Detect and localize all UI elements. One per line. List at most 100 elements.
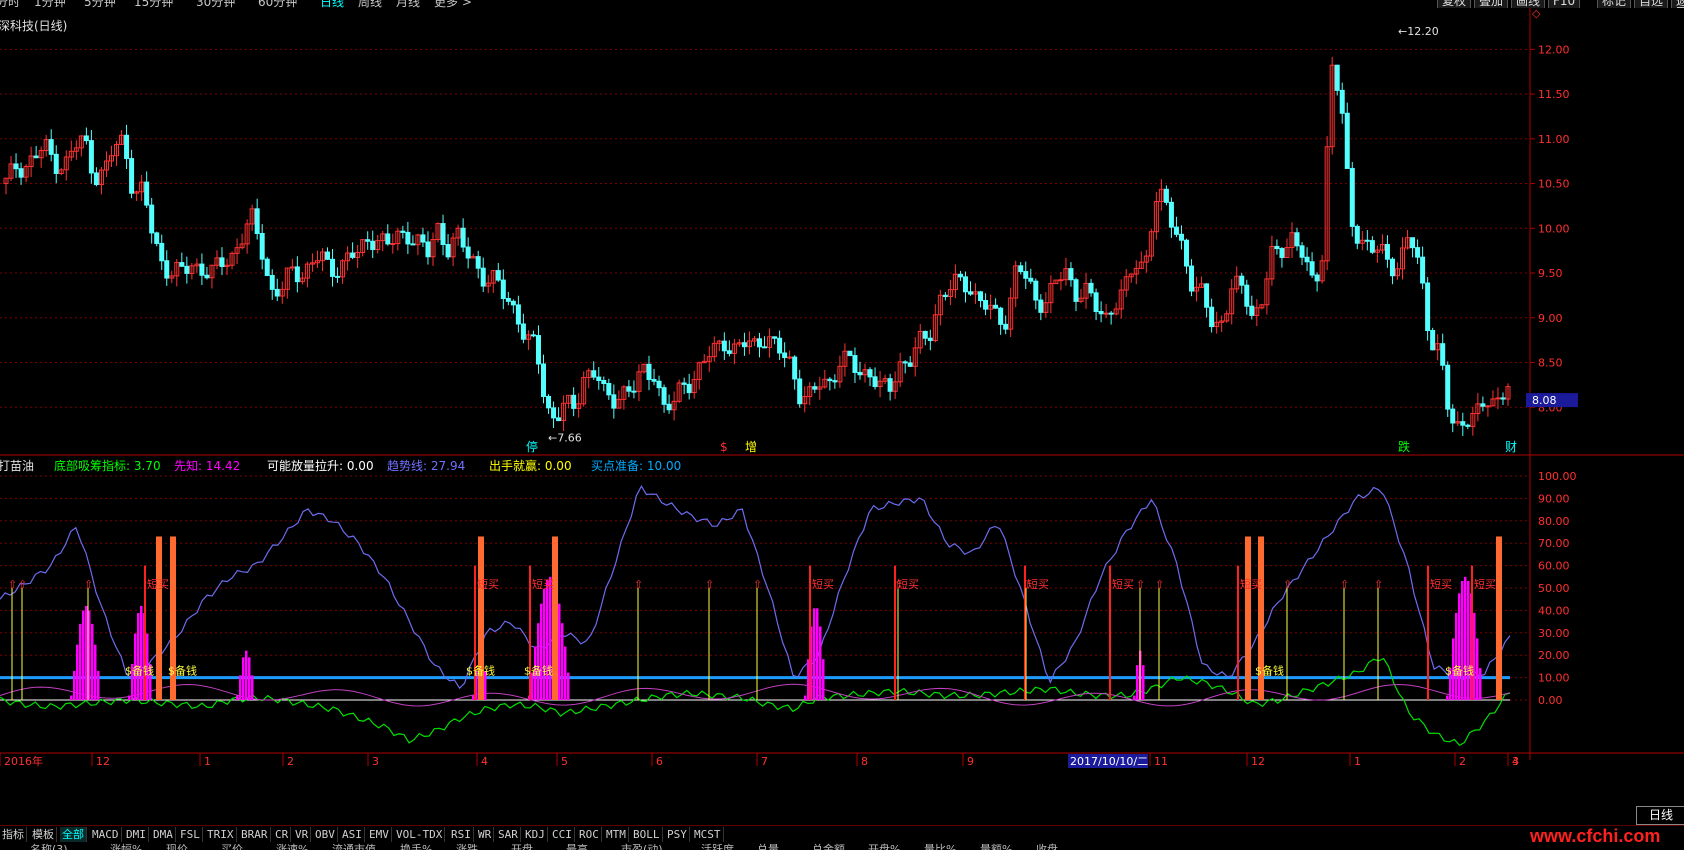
indicator-tab[interactable]: FSL bbox=[178, 827, 203, 842]
up-arrow-icon: ⇧ bbox=[84, 578, 93, 591]
indicator-tab[interactable]: EMV bbox=[367, 827, 392, 842]
indicator-tab[interactable]: MTM bbox=[604, 827, 629, 842]
period-分时[interactable]: 分时 bbox=[0, 0, 20, 8]
quote-column-header[interactable]: 市盈(动) bbox=[621, 843, 663, 850]
quote-column-header[interactable]: 总金额 bbox=[812, 843, 845, 850]
indicator-tab[interactable]: MACD bbox=[90, 827, 122, 842]
period-15分钟[interactable]: 15分钟 bbox=[134, 0, 173, 8]
candle-body bbox=[1244, 284, 1250, 307]
indicator-tick-label: 90.00 bbox=[1538, 492, 1570, 505]
energy-bar bbox=[79, 623, 82, 700]
indicator-tab[interactable]: CR bbox=[273, 827, 292, 842]
price-tick-label: 11.00 bbox=[1538, 133, 1570, 146]
quote-column-header[interactable]: 名称(3) bbox=[30, 843, 68, 850]
indicator-tab[interactable]: VR bbox=[293, 827, 312, 842]
indicator-tab[interactable]: 模板 bbox=[30, 827, 57, 842]
indicator-tab[interactable]: KDJ bbox=[523, 827, 548, 842]
candle-body bbox=[1189, 265, 1195, 292]
energy-bar bbox=[822, 659, 825, 700]
indicator-tab[interactable]: ASI bbox=[340, 827, 365, 842]
indicator-tab[interactable]: BRAR bbox=[239, 827, 271, 842]
candle-body bbox=[787, 356, 793, 359]
indicator-tab[interactable]: ROC bbox=[577, 827, 602, 842]
candle-body bbox=[510, 300, 516, 306]
toolbar-button[interactable]: 返回 bbox=[1671, 0, 1684, 8]
energy-bar bbox=[1136, 665, 1139, 700]
quote-column-headers: 名称(3) 涨幅% 现价 买价 涨速% 流通市值 换手% 涨跌 开盘 最高 市盈(动) 活跃度 总量 总金… bbox=[0, 843, 1684, 850]
quote-column-header[interactable]: 流通市值 bbox=[332, 843, 376, 850]
event-marker: $ bbox=[720, 440, 728, 454]
candle-body bbox=[93, 172, 99, 186]
period-5分钟[interactable]: 5分钟 bbox=[84, 0, 116, 8]
indicator-tab[interactable]: SAR bbox=[496, 827, 521, 842]
candle-body bbox=[1068, 268, 1074, 281]
indicator-tab[interactable]: BOLL bbox=[631, 827, 663, 842]
period-30分钟[interactable]: 30分钟 bbox=[196, 0, 235, 8]
period-月线[interactable]: 月线 bbox=[396, 0, 420, 8]
toolbar-button[interactable]: 叠加 bbox=[1474, 0, 1509, 8]
quote-column-header[interactable]: 涨跌 bbox=[456, 843, 478, 850]
period-更多 >[interactable]: 更多 > bbox=[434, 0, 472, 8]
candle-body bbox=[1450, 408, 1456, 424]
quote-column-header[interactable]: 涨速% bbox=[276, 843, 308, 850]
candle-body bbox=[792, 356, 798, 380]
quote-column-header[interactable]: 现价 bbox=[166, 843, 188, 850]
stock-chart[interactable]: 12.0011.5011.0010.5010.009.509.008.508.0… bbox=[0, 8, 1684, 833]
candle-body bbox=[741, 342, 747, 348]
indicator-tab[interactable]: OBV bbox=[313, 827, 338, 842]
candle-body bbox=[611, 394, 617, 409]
toolbar-button[interactable]: 自选 bbox=[1634, 0, 1669, 8]
price-tick-label: 10.50 bbox=[1538, 178, 1570, 191]
toolbar-button[interactable]: F10 bbox=[1548, 0, 1581, 8]
indicator-tab[interactable]: DMI bbox=[124, 827, 149, 842]
period-1分钟[interactable]: 1分钟 bbox=[34, 0, 66, 8]
quote-column-header[interactable]: 买价 bbox=[221, 843, 243, 850]
quote-column-header[interactable]: 最高 bbox=[566, 843, 588, 850]
period-toolbar: 分时 1分钟 5分钟 15分钟 30分钟 60分钟 日线 周线 月线 更多 > 复权 叠加 画线 F10 标… bbox=[0, 0, 1684, 8]
quote-column-header[interactable]: 量比% bbox=[924, 843, 956, 850]
energy-bar bbox=[242, 657, 245, 700]
period-周线[interactable]: 周线 bbox=[358, 0, 382, 8]
quote-column-header[interactable]: 收盘 bbox=[1036, 843, 1058, 850]
quote-column-header[interactable]: 总量 bbox=[757, 843, 779, 850]
candle-body bbox=[546, 395, 552, 409]
toolbar-button[interactable]: 画线 bbox=[1511, 0, 1546, 8]
candle-body bbox=[1173, 226, 1179, 235]
quote-column-header[interactable]: 开盘% bbox=[868, 843, 900, 850]
up-arrow-icon: ⇧ bbox=[634, 578, 643, 591]
energy-bar bbox=[1133, 695, 1136, 700]
candlestick-series bbox=[3, 56, 1511, 436]
indicator-tab[interactable]: 指标 bbox=[0, 827, 27, 842]
indicator-tab[interactable]: WR bbox=[476, 827, 495, 842]
energy-bar bbox=[1473, 612, 1476, 700]
candle-body bbox=[656, 380, 662, 389]
candle-body bbox=[1445, 364, 1451, 410]
quote-column-header[interactable]: 活跃度 bbox=[701, 843, 734, 850]
candle-body bbox=[460, 227, 466, 248]
quote-column-header[interactable]: 量额% bbox=[980, 843, 1012, 850]
indicator-tab[interactable]: TRIX bbox=[205, 827, 237, 842]
indicator-tab[interactable]: CCI bbox=[550, 827, 575, 842]
toolbar-button[interactable]: 标记 bbox=[1597, 0, 1632, 8]
candle-body bbox=[254, 208, 260, 234]
candle-body bbox=[1204, 283, 1210, 308]
indicator-tab[interactable]: VOL-TDX bbox=[394, 827, 446, 842]
period-60分钟[interactable]: 60分钟 bbox=[258, 0, 297, 8]
quote-column-header[interactable]: 换手% bbox=[400, 843, 432, 850]
period-label[interactable]: 日线 bbox=[1636, 806, 1684, 825]
indicator-tab[interactable]: DMA bbox=[151, 827, 176, 842]
indicator-tab[interactable]: RSI bbox=[449, 827, 474, 842]
energy-bar bbox=[1479, 668, 1482, 700]
candle-body bbox=[942, 294, 948, 298]
energy-bar bbox=[251, 675, 254, 700]
quote-column-header[interactable]: 涨幅% bbox=[110, 843, 142, 850]
candle-body bbox=[425, 241, 431, 258]
quote-column-header[interactable]: 开盘 bbox=[511, 843, 533, 850]
date-axis-label: 12 bbox=[96, 755, 110, 768]
indicator-tab[interactable]: 全部 bbox=[60, 827, 87, 842]
toolbar-button[interactable]: 复权 bbox=[1437, 0, 1472, 8]
period-日线[interactable]: 日线 bbox=[320, 0, 344, 8]
indicator-tab[interactable]: MCST bbox=[692, 827, 724, 842]
candle-body bbox=[1384, 243, 1390, 260]
indicator-tab[interactable]: PSY bbox=[665, 827, 690, 842]
